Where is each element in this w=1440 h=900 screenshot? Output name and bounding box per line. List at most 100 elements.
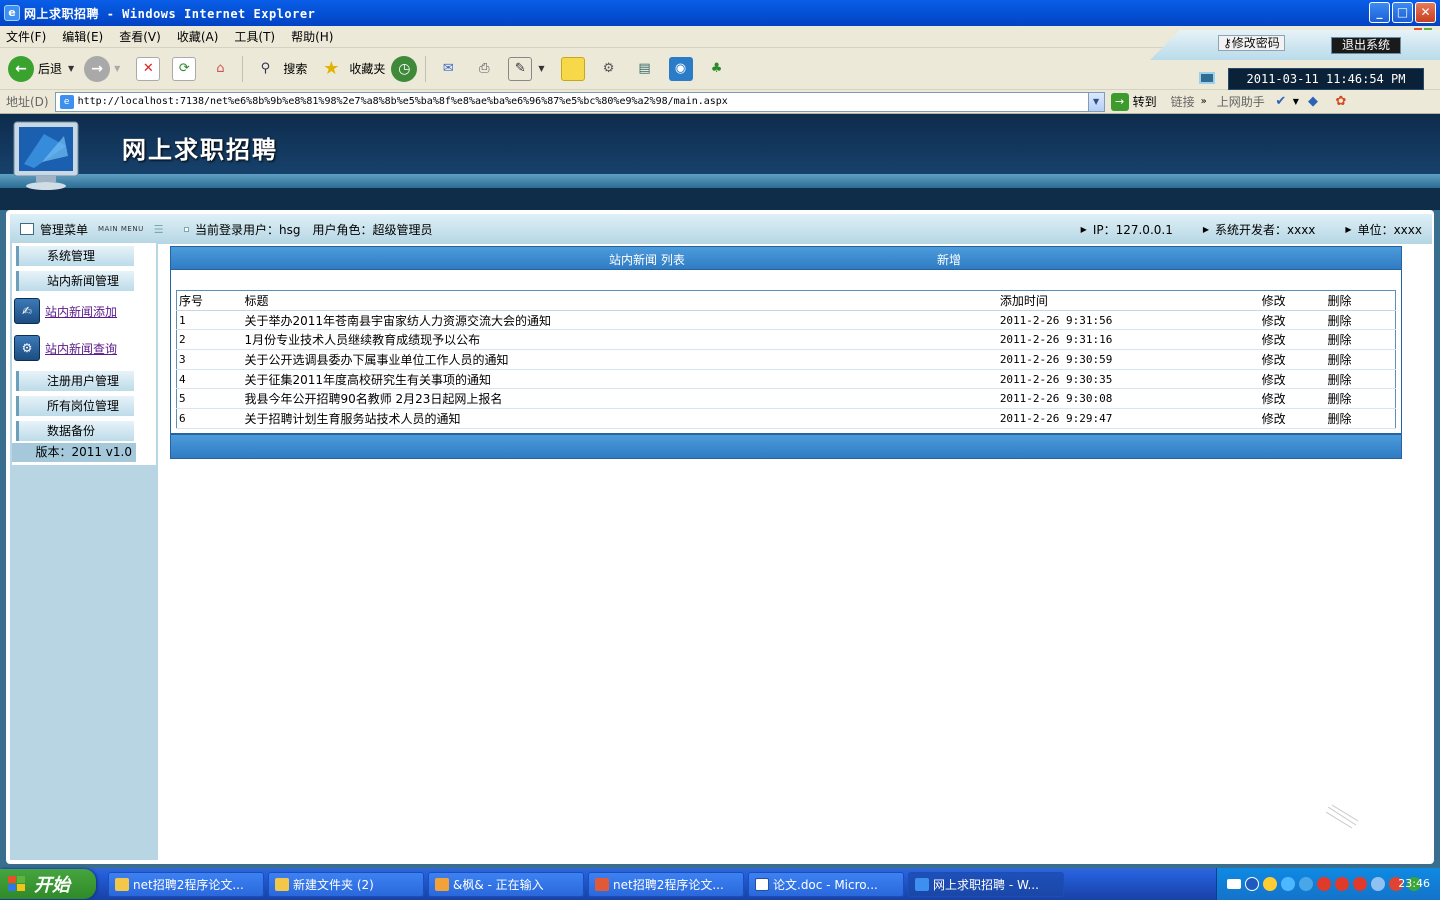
clock[interactable]: 23:46 [1398,877,1430,890]
news-add-link[interactable]: 站内新闻添加 [45,303,117,320]
tray-app-icon[interactable] [1281,877,1295,891]
refresh-icon[interactable]: ⟳ [172,56,197,81]
resize-grip-icon [1326,804,1359,829]
tool-icon[interactable]: ⚙ [597,57,621,81]
windows-flag-icon [8,876,26,892]
sidebar-link-news-add[interactable]: ✍ 站内新闻添加 [14,296,154,326]
tray-app-icon[interactable] [1299,877,1313,891]
links-label[interactable]: 链接 [1171,93,1195,110]
sidebar-link-news-query[interactable]: ⚙ 站内新闻查询 [14,333,154,363]
menu-tools[interactable]: 工具(T) [234,28,275,45]
block-icon[interactable]: ◆ [1305,94,1321,110]
logout-button[interactable]: 退出系统 [1331,37,1401,54]
start-button[interactable]: 开始 [0,869,96,899]
clean-icon[interactable]: ✿ [1333,94,1349,110]
print-icon[interactable]: ⎙ [472,57,496,81]
app-header: 网上求职招聘 [0,114,1440,210]
row-delete-link[interactable]: 删除 [1325,349,1396,370]
row-edit-link[interactable]: 修改 [1259,310,1326,331]
menu-help[interactable]: 帮助(H) [291,28,333,45]
maximize-button[interactable]: □ [1392,2,1413,23]
header-delete: 删除 [1325,290,1396,311]
forward-dropdown-icon[interactable]: ▼ [114,64,120,73]
news-query-link[interactable]: 站内新闻查询 [45,340,117,357]
sidebar-item-system[interactable]: 系统管理 [16,246,134,266]
row-delete-link[interactable]: 删除 [1325,329,1396,351]
back-button-label[interactable]: 后退 [38,60,62,77]
mail-icon[interactable]: ✉ [436,57,460,81]
chevron-right-icon[interactable]: » [1201,96,1207,107]
go-arrow-icon[interactable]: → [1110,92,1129,111]
address-input[interactable]: e http://localhost:7138/net%e6%8b%9b%e8%… [54,91,1105,112]
edit-dropdown-icon[interactable]: ▼ [538,64,544,73]
change-password-button[interactable]: ⚷修改密码 [1218,35,1285,51]
minimize-button[interactable]: _ [1369,2,1390,23]
qq-icon[interactable] [1353,877,1367,891]
row-index: 4 [176,369,243,390]
menu-edit[interactable]: 编辑(E) [62,28,103,45]
taskbar-item[interactable]: &枫& - 正在输入 [428,872,584,897]
row-delete-link[interactable]: 删除 [1325,369,1396,390]
chevron-left-icon[interactable] [1245,877,1259,891]
taskbar: 开始 net招聘2程序论文... 新建文件夹 (2) &枫& - 正在输入 ne… [0,868,1440,900]
page-icon: e [59,94,74,109]
sidebar-item-users[interactable]: 注册用户管理 [16,371,134,391]
stop-icon[interactable]: ✕ [136,56,161,81]
window-title-bar[interactable]: e 网上求职招聘 - Windows Internet Explorer _ □… [0,0,1440,26]
change-password-label: 修改密码 [1231,36,1280,50]
row-edit-link[interactable]: 修改 [1259,369,1326,390]
menu-favorites[interactable]: 收藏(A) [177,28,219,45]
research-icon[interactable]: ▤ [633,57,657,81]
menu-file[interactable]: 文件(F) [6,28,46,45]
taskbar-item[interactable]: net招聘2程序论文... [588,872,744,897]
messenger-icon[interactable]: ◉ [668,56,693,81]
forward-icon[interactable]: → [84,55,111,82]
close-button[interactable]: ✕ [1415,2,1436,23]
row-edit-link[interactable]: 修改 [1259,329,1326,351]
helper-label[interactable]: 上网助手 [1217,93,1265,110]
table-row: 1 关于举办2011年苍南县宇宙家纺人力资源交流大会的通知 2011-2-26 … [176,310,1396,331]
row-edit-link[interactable]: 修改 [1259,388,1326,410]
favorites-button-label[interactable]: 收藏夹 [349,60,385,77]
favorites-icon[interactable]: ★ [319,57,343,81]
tray-app-icon[interactable] [1263,877,1277,891]
taskbar-item[interactable]: 论文.doc - Micro... [748,872,904,897]
edit-icon[interactable]: ✎ [508,56,533,81]
helper-icon[interactable]: ✔ [1273,94,1289,110]
taskbar-item[interactable]: net招聘2程序论文... [108,872,264,897]
history-icon[interactable]: ◷ [391,55,418,82]
row-edit-link[interactable]: 修改 [1259,349,1326,370]
helper-dropdown-icon[interactable]: ▼ [1293,97,1299,106]
add-news-link[interactable]: 新增 [937,251,961,268]
address-bar: 地址(D) e http://localhost:7138/net%e6%8b%… [0,90,1440,114]
address-url[interactable]: http://localhost:7138/net%e6%8b%9b%e8%81… [78,96,728,107]
row-delete-link[interactable]: 删除 [1325,388,1396,410]
back-icon[interactable]: ← [8,55,34,82]
qq-icon[interactable] [1317,877,1331,891]
table-header-row: 序号 标题 添加时间 修改 删除 [176,290,1396,311]
address-dropdown-icon[interactable]: ▼ [1087,92,1104,111]
news-query-icon: ⚙ [14,335,40,361]
menu-view[interactable]: 查看(V) [119,28,161,45]
search-button-label[interactable]: 搜索 [283,60,307,77]
taskbar-item[interactable]: 网上求职招聘 - W... [908,872,1064,897]
row-index: 1 [176,310,243,331]
note-icon[interactable] [560,56,585,81]
contacts-icon[interactable]: ♣ [705,57,729,81]
taskbar-item[interactable]: 新建文件夹 (2) [268,872,424,897]
row-index: 5 [176,388,243,410]
row-delete-link[interactable]: 删除 [1325,408,1396,429]
header-time: 添加时间 [997,290,1260,311]
sidebar-item-news[interactable]: 站内新闻管理 [16,271,134,291]
home-icon[interactable]: ⌂ [208,57,232,81]
search-icon[interactable]: ⚲ [253,57,277,81]
keyboard-icon[interactable] [1227,879,1241,889]
sidebar-item-jobs[interactable]: 所有岗位管理 [16,396,134,416]
back-dropdown-icon[interactable]: ▼ [68,64,74,73]
qq-icon[interactable] [1335,877,1349,891]
row-edit-link[interactable]: 修改 [1259,408,1326,429]
go-button[interactable]: 转到 [1133,93,1157,110]
row-delete-link[interactable]: 删除 [1325,310,1396,331]
sidebar-item-backup[interactable]: 数据备份 [16,421,134,441]
network-icon[interactable] [1371,877,1385,891]
